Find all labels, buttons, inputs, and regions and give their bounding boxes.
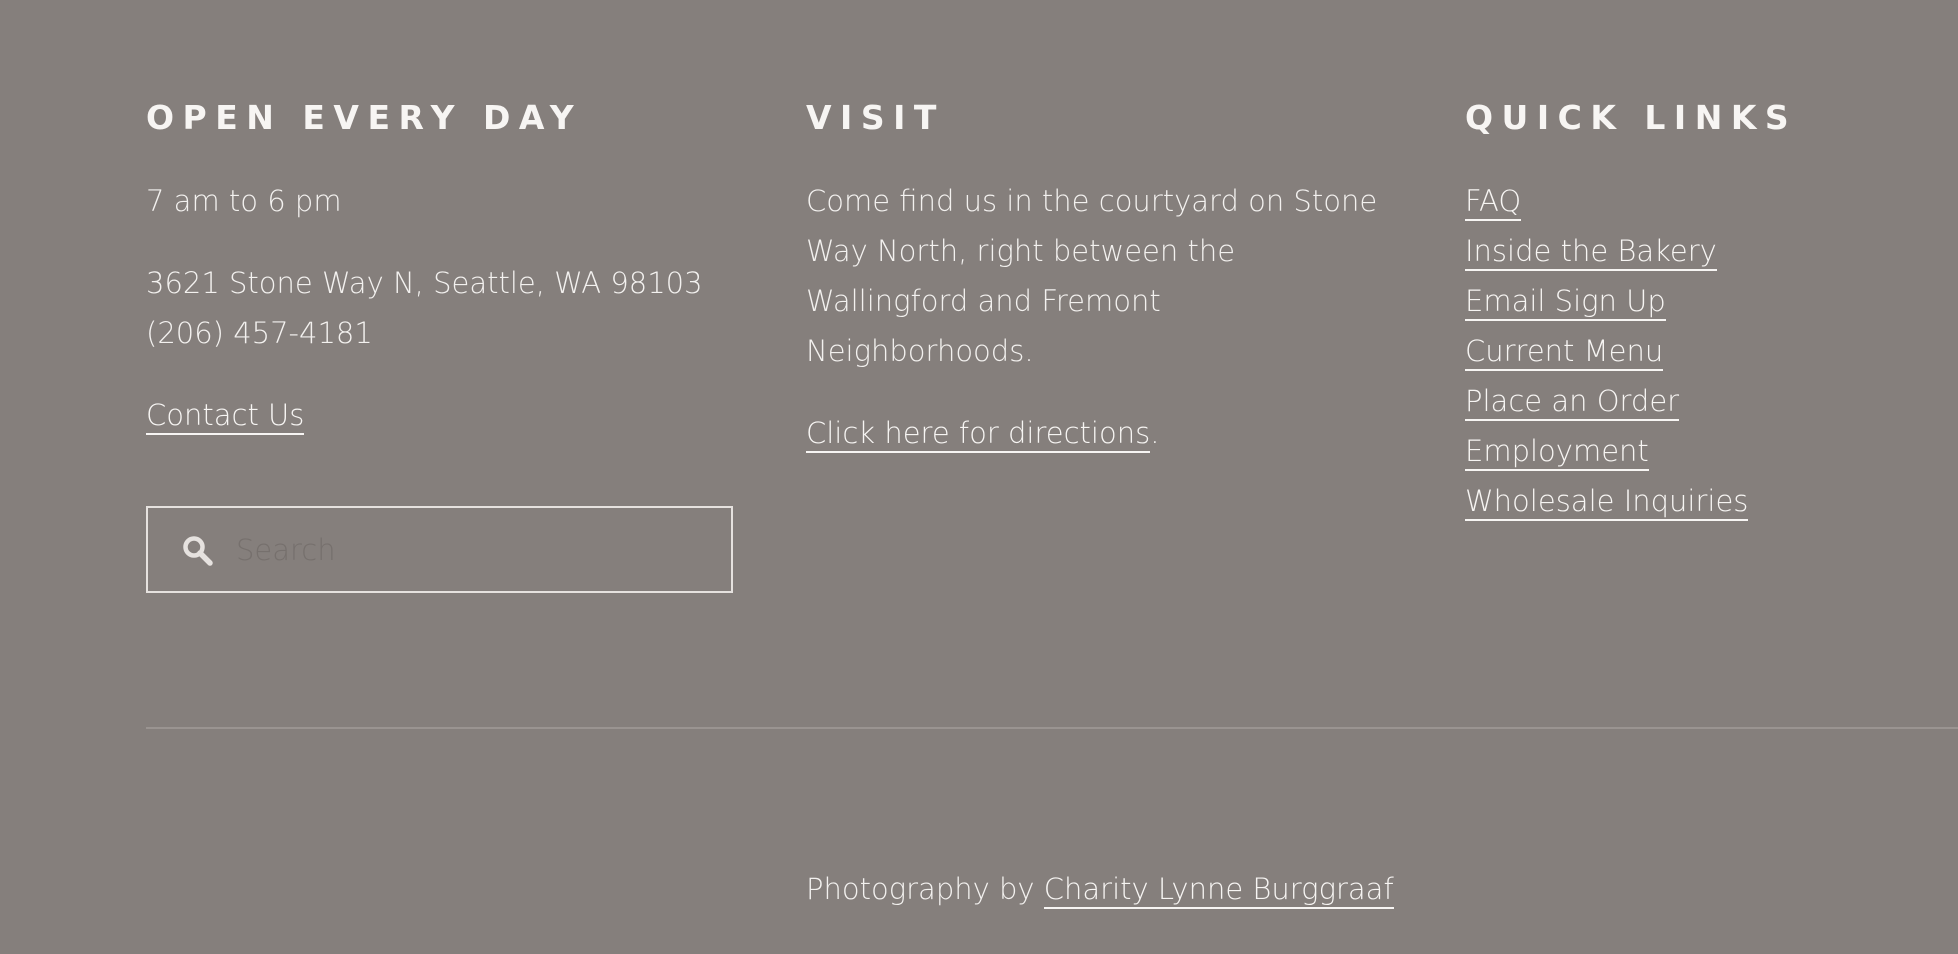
visit-description-line: Come find us in the courtyard on Stone xyxy=(806,184,1378,218)
search-box[interactable] xyxy=(146,506,733,593)
quick-link-item: Employment xyxy=(1465,426,1649,476)
faq-link[interactable]: FAQ xyxy=(1465,184,1522,221)
quick-link-item: Wholesale Inquiries xyxy=(1465,476,1749,526)
hours-heading: OPEN EVERY DAY xyxy=(146,98,583,137)
footer-divider xyxy=(146,727,1958,729)
phone-text: (206) 457-4181 xyxy=(146,316,373,350)
employment-link[interactable]: Employment xyxy=(1465,434,1649,471)
photographer-link[interactable]: Charity Lynne Burggraaf xyxy=(1043,872,1394,909)
photo-credit-prefix: Photography by xyxy=(806,872,1044,906)
contact-us-link[interactable]: Contact Us xyxy=(146,398,305,435)
contact-us-line: Contact Us xyxy=(146,390,305,440)
directions-link[interactable]: Click here for directions xyxy=(806,416,1151,453)
email-sign-up-link[interactable]: Email Sign Up xyxy=(1465,284,1666,321)
directions-suffix: . xyxy=(1150,416,1160,450)
visit-heading: VISIT xyxy=(806,98,945,137)
quick-link-item: FAQ xyxy=(1465,176,1522,226)
quick-link-item: Inside the Bakery xyxy=(1465,226,1717,276)
photo-credit: Photography by Charity Lynne Burggraaf xyxy=(806,864,1394,914)
directions-line: Click here for directions. xyxy=(806,408,1159,458)
place-an-order-link[interactable]: Place an Order xyxy=(1465,384,1680,421)
wholesale-inquiries-link[interactable]: Wholesale Inquiries xyxy=(1465,484,1749,521)
visit-description-line: Wallingford and Fremont xyxy=(806,284,1161,318)
hours-text: 7 am to 6 pm xyxy=(146,184,342,218)
quick-link-item: Place an Order xyxy=(1465,376,1680,426)
current-menu-link[interactable]: Current Menu xyxy=(1465,334,1664,371)
search-input[interactable] xyxy=(236,522,706,578)
visit-description-line: Neighborhoods. xyxy=(806,334,1034,368)
quick-links-heading: QUICK LINKS xyxy=(1465,98,1798,137)
inside-the-bakery-link[interactable]: Inside the Bakery xyxy=(1465,234,1717,271)
address-text: 3621 Stone Way N, Seattle, WA 98103 xyxy=(146,266,703,300)
visit-description-line: Way North, right between the xyxy=(806,234,1236,268)
quick-link-item: Email Sign Up xyxy=(1465,276,1666,326)
quick-link-item: Current Menu xyxy=(1465,326,1664,376)
search-icon xyxy=(183,536,213,566)
